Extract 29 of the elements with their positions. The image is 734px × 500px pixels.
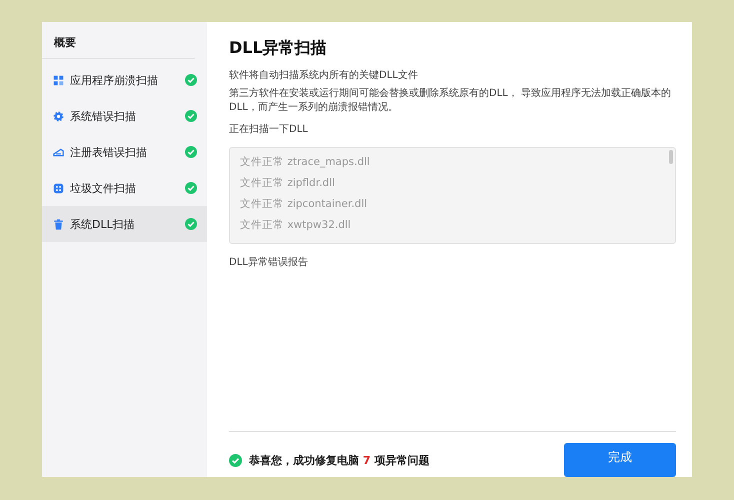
scrollbar-thumb[interactable]	[669, 150, 673, 164]
scan-label: 正在扫描一下DLL	[229, 123, 309, 137]
log-entry: 文件正常 ztrace_maps.dll	[240, 155, 371, 170]
check-circle-icon	[185, 218, 197, 230]
description-text: 第三方软件在安装或运行期间可能会替换或删除系统原有的DLL， 导致应用程序无法加载正确版本的DLL，而产生一系列的崩溃报错情况。	[229, 87, 672, 115]
sidebar-item[interactable]: 系统DLL扫描	[42, 206, 207, 242]
gear-icon	[53, 110, 64, 122]
check-circle-icon	[185, 74, 197, 86]
sidebar-item[interactable]: 应用程序崩溃扫描	[42, 62, 207, 98]
log-entry: 文件正常 zipcontainer.dll	[240, 197, 368, 212]
log-entry: 文件正常 xwtpw32.dll	[240, 218, 352, 233]
success-message: 恭喜您，成功修复电脑 7 项异常问题	[249, 452, 430, 468]
sidebar-heading: 概要	[42, 22, 195, 59]
intro-text: 软件将自动扫描系统内所有的关键DLL文件	[229, 69, 419, 83]
success-check-icon	[229, 454, 242, 466]
page-title: DLL异常扫描	[229, 38, 328, 59]
sidebar-item[interactable]: 系统错误扫描	[42, 98, 207, 134]
sidebar-item[interactable]: 注册表错误扫描	[42, 134, 207, 170]
grid-dots-icon	[53, 182, 64, 194]
registry-icon	[53, 146, 64, 158]
trash-icon	[53, 218, 64, 230]
report-label: DLL异常错误报告	[229, 256, 309, 270]
finish-button[interactable]: 完成	[564, 443, 676, 477]
check-circle-icon	[185, 146, 197, 158]
grid-icon	[53, 74, 64, 86]
check-circle-icon	[185, 110, 197, 122]
log-entry: 文件正常 zipfldr.dll	[240, 176, 336, 191]
check-circle-icon	[185, 182, 197, 194]
sidebar-item[interactable]: 垃圾文件扫描	[42, 170, 207, 206]
